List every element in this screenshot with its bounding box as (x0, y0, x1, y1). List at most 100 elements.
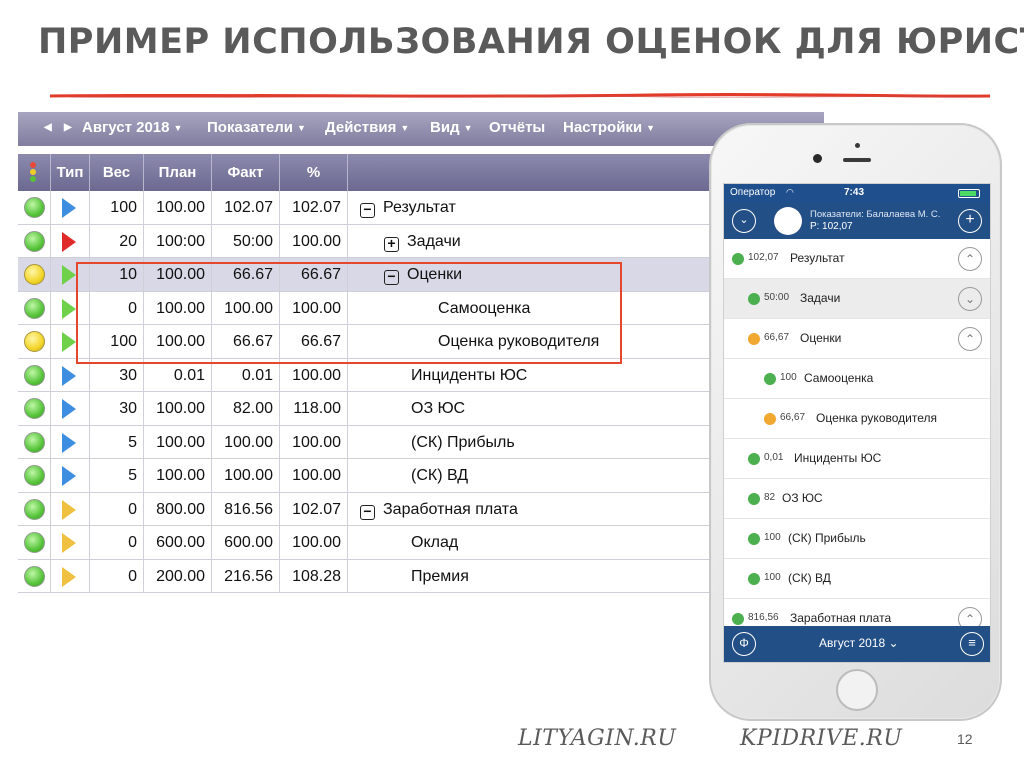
indicators-owner: Показатели: Балалаева М. С. (810, 209, 941, 220)
pct-cell: 100.00 (280, 224, 348, 258)
column-type[interactable]: Тип (51, 154, 90, 191)
type-cell (51, 191, 90, 225)
chevron-down-icon[interactable]: ⌄ (958, 287, 982, 311)
list-item[interactable]: 0,01 Инциденты ЮС (724, 439, 990, 479)
column-weight[interactable]: Вес (90, 154, 144, 191)
item-name: Инциденты ЮС (794, 451, 882, 465)
add-button[interactable]: + (958, 209, 982, 233)
collapse-icon[interactable]: − (360, 202, 375, 218)
list-item[interactable]: 100 (СК) ВД (724, 559, 990, 599)
status-cell (18, 459, 51, 493)
menu-indicators[interactable]: Показатели ▼ (207, 119, 306, 136)
next-period-icon[interactable]: ▶ (64, 122, 72, 133)
list-item[interactable]: 66,67 Оценки ⌃ (724, 319, 990, 359)
type-blue-icon (62, 466, 76, 486)
chevron-down-icon: ▼ (297, 122, 306, 133)
plan-cell: 600.00 (144, 526, 212, 560)
item-name: (СК) ВД (788, 571, 831, 585)
item-name: Результат (790, 251, 845, 265)
status-cell (18, 425, 51, 459)
phi-icon[interactable]: Φ (732, 632, 756, 656)
type-red-icon (62, 231, 76, 252)
footer-site-right[interactable]: KPIDRIVE.RU (740, 726, 902, 751)
pct-cell: 100.00 (280, 459, 348, 493)
status-cell (18, 258, 51, 292)
item-value: 82 (764, 492, 776, 503)
weight-cell: 0 (90, 492, 144, 526)
menu-label: Показатели (207, 119, 294, 136)
type-orange-icon (62, 533, 76, 553)
chevron-up-icon[interactable]: ⌃ (958, 247, 982, 271)
column-plan[interactable]: План (144, 154, 212, 191)
menu-view[interactable]: Вид ▼ (430, 119, 473, 136)
table-row[interactable]: 0 200.00 216.56 108.28 Премия (18, 559, 824, 593)
expand-icon[interactable]: + (384, 236, 399, 252)
avatar[interactable] (774, 207, 802, 235)
chevron-down-icon: ▼ (463, 122, 473, 133)
status-green-icon (24, 364, 45, 386)
period-selector[interactable]: Август 2018 ▼ (82, 119, 182, 136)
type-blue-icon (62, 399, 76, 419)
column-status[interactable] (18, 154, 51, 191)
indicator-name: Задачи (407, 232, 461, 250)
type-lime-icon (62, 265, 76, 285)
fact-cell: 600.00 (212, 526, 280, 560)
footer-site-left[interactable]: LITYAGIN.RU (518, 726, 676, 751)
plan-cell: 800.00 (144, 492, 212, 526)
type-cell (51, 392, 90, 426)
type-cell (51, 492, 90, 526)
mobile-bottom-bar: Φ Август 2018 ⌄ ≡ (724, 626, 990, 662)
period-label: Август 2018 (82, 119, 170, 136)
item-value: 100 (764, 532, 781, 543)
item-value: 66,67 (764, 332, 790, 343)
item-value: 100 (780, 372, 797, 383)
weight-cell: 5 (90, 459, 144, 493)
type-blue-icon (62, 365, 76, 386)
column-fact[interactable]: Факт (212, 154, 280, 191)
menu-icon[interactable]: ≡ (960, 632, 984, 656)
prev-period-icon[interactable]: ◀ (44, 122, 52, 133)
status-dot-icon (748, 333, 760, 345)
menu-reports[interactable]: Отчёты (489, 119, 545, 136)
page-number: 12 (957, 731, 973, 747)
pct-cell: 108.28 (280, 559, 348, 593)
list-item[interactable]: 82 ОЗ ЮС (724, 479, 990, 519)
item-value: 0,01 (764, 452, 784, 463)
type-lime-icon (62, 332, 76, 352)
weight-cell: 0 (90, 526, 144, 560)
status-green-icon (24, 297, 45, 319)
menu-actions[interactable]: Действия ▼ (325, 119, 409, 136)
item-name: Заработная плата (790, 611, 892, 625)
item-value: 66,67 (780, 412, 806, 423)
chevron-up-icon[interactable]: ⌃ (958, 327, 982, 351)
slide-title: ПРИМЕР ИСПОЛЬЗОВАНИЯ ОЦЕНОК ДЛЯ ЮРИСТА (38, 22, 1024, 62)
table-row[interactable]: 5 100.00 100.00 100.00 (СК) ВД (18, 459, 824, 493)
table-row[interactable]: 5 100.00 100.00 100.00 (СК) Прибыль (18, 425, 824, 459)
chevron-down-icon: ▼ (400, 122, 410, 133)
collapse-icon[interactable]: − (360, 504, 375, 520)
list-item[interactable]: 100 (СК) Прибыль (724, 519, 990, 559)
plan-cell: 200.00 (144, 559, 212, 593)
home-button[interactable] (836, 669, 878, 711)
column-percent[interactable]: % (280, 154, 348, 191)
item-name: Задачи (800, 291, 841, 305)
title-underline (50, 92, 990, 98)
list-item[interactable]: 50:00 Задачи ⌄ (724, 279, 990, 319)
type-cell (51, 224, 90, 258)
table-row[interactable]: 0 800.00 816.56 102.07− Заработная плата (18, 492, 824, 526)
menu-settings[interactable]: Настройки ▼ (563, 119, 655, 136)
table-row[interactable]: 100 100.00 102.07 102.07− Результат (18, 191, 824, 225)
table-row[interactable]: 20 100:00 50:00 100.00 + Задачи (18, 224, 824, 258)
pct-cell: 100.00 (280, 526, 348, 560)
table-row[interactable]: 30 100.00 82.00 118.00 ОЗ ЮС (18, 392, 824, 426)
month-selector[interactable]: Август 2018 ⌄ (819, 636, 899, 650)
collapse-button[interactable]: ⌄ (732, 209, 756, 233)
table-row[interactable]: 0 600.00 600.00 100.00 Оклад (18, 526, 824, 560)
indicator-name: Премия (411, 567, 469, 585)
status-green-icon (24, 532, 45, 553)
list-item[interactable]: 66,67 Оценка руководителя (724, 399, 990, 439)
list-item[interactable]: 100 Самооценка (724, 359, 990, 399)
type-blue-icon (62, 432, 76, 453)
pct-cell: 102.07 (280, 492, 348, 526)
list-item[interactable]: 102,07 Результат ⌃ (724, 239, 990, 279)
